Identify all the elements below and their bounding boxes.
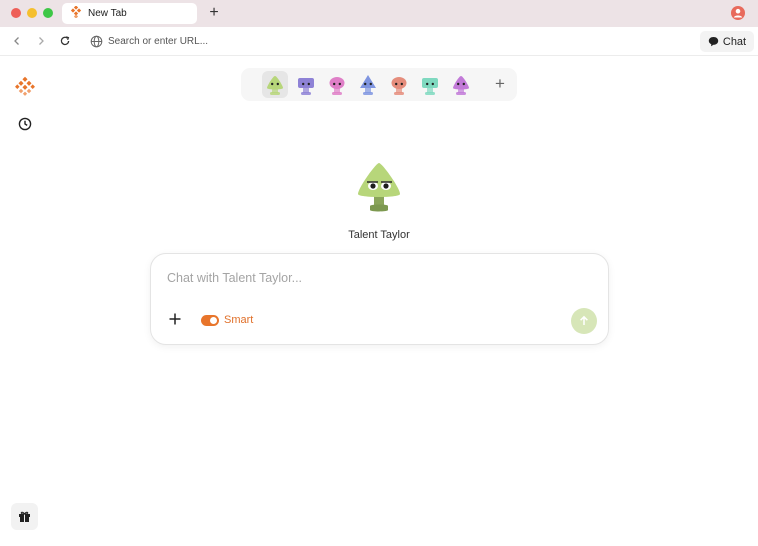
plus-icon: [169, 313, 181, 325]
send-button[interactable]: [571, 308, 597, 334]
globe-icon: [90, 35, 103, 47]
teal-avatar-icon: [422, 77, 438, 95]
chat-bubble-icon: [708, 37, 719, 47]
clock-icon: [18, 117, 32, 131]
chat-button[interactable]: Chat: [700, 31, 754, 52]
chevron-left-icon: [14, 37, 19, 45]
chat-input[interactable]: [167, 268, 587, 288]
salmon-avatar[interactable]: [386, 71, 412, 98]
violet-avatar[interactable]: [448, 71, 474, 98]
gift-icon: [19, 511, 30, 522]
tab-new-tab[interactable]: New Tab: [62, 3, 197, 24]
maximize-window-button[interactable]: [43, 8, 53, 18]
reload-button[interactable]: [57, 33, 73, 49]
assistant-name: Talent Taylor: [348, 229, 410, 241]
green-avatar-icon: [267, 75, 283, 95]
blue-avatar[interactable]: [355, 71, 381, 98]
minimize-window-button[interactable]: [27, 8, 37, 18]
new-tab-button[interactable]: +: [205, 4, 223, 22]
tab-title: New Tab: [88, 8, 127, 19]
navigation-bar: Search or enter URL... Chat: [0, 27, 758, 56]
gift-button[interactable]: [11, 503, 38, 530]
smart-toggle[interactable]: [201, 315, 219, 326]
green-avatar[interactable]: [262, 71, 288, 98]
app-logo-icon: [70, 4, 82, 23]
purple-avatar[interactable]: [293, 71, 319, 98]
toggle-knob: [210, 317, 217, 324]
chat-composer: Smart: [150, 253, 609, 345]
add-assistant-button[interactable]: +: [491, 75, 509, 93]
title-bar: New Tab +: [0, 0, 758, 27]
forward-button[interactable]: [33, 33, 49, 49]
chevron-right-icon: [39, 37, 44, 45]
smart-label: Smart: [224, 314, 254, 326]
pink-avatar-icon: [329, 76, 345, 95]
chat-button-label: Chat: [722, 35, 747, 48]
teal-avatar[interactable]: [417, 71, 443, 98]
back-button[interactable]: [9, 33, 25, 49]
profile-avatar-button[interactable]: [731, 6, 745, 20]
violet-avatar-icon: [453, 75, 469, 95]
app-logo-icon[interactable]: [15, 76, 35, 96]
reload-icon: [60, 36, 70, 46]
address-bar[interactable]: Search or enter URL...: [90, 32, 208, 50]
arrow-up-icon: [580, 315, 588, 325]
address-input[interactable]: Search or enter URL...: [108, 36, 208, 47]
assistant-selector: [241, 68, 517, 101]
history-button[interactable]: [17, 116, 33, 132]
purple-avatar-icon: [298, 77, 314, 95]
assistant-avatar: [354, 160, 404, 214]
close-window-button[interactable]: [11, 8, 21, 18]
salmon-avatar-icon: [391, 76, 407, 95]
user-icon: [733, 8, 743, 18]
attach-button[interactable]: [167, 312, 183, 328]
pink-avatar[interactable]: [324, 71, 350, 98]
blue-avatar-icon: [360, 74, 376, 95]
